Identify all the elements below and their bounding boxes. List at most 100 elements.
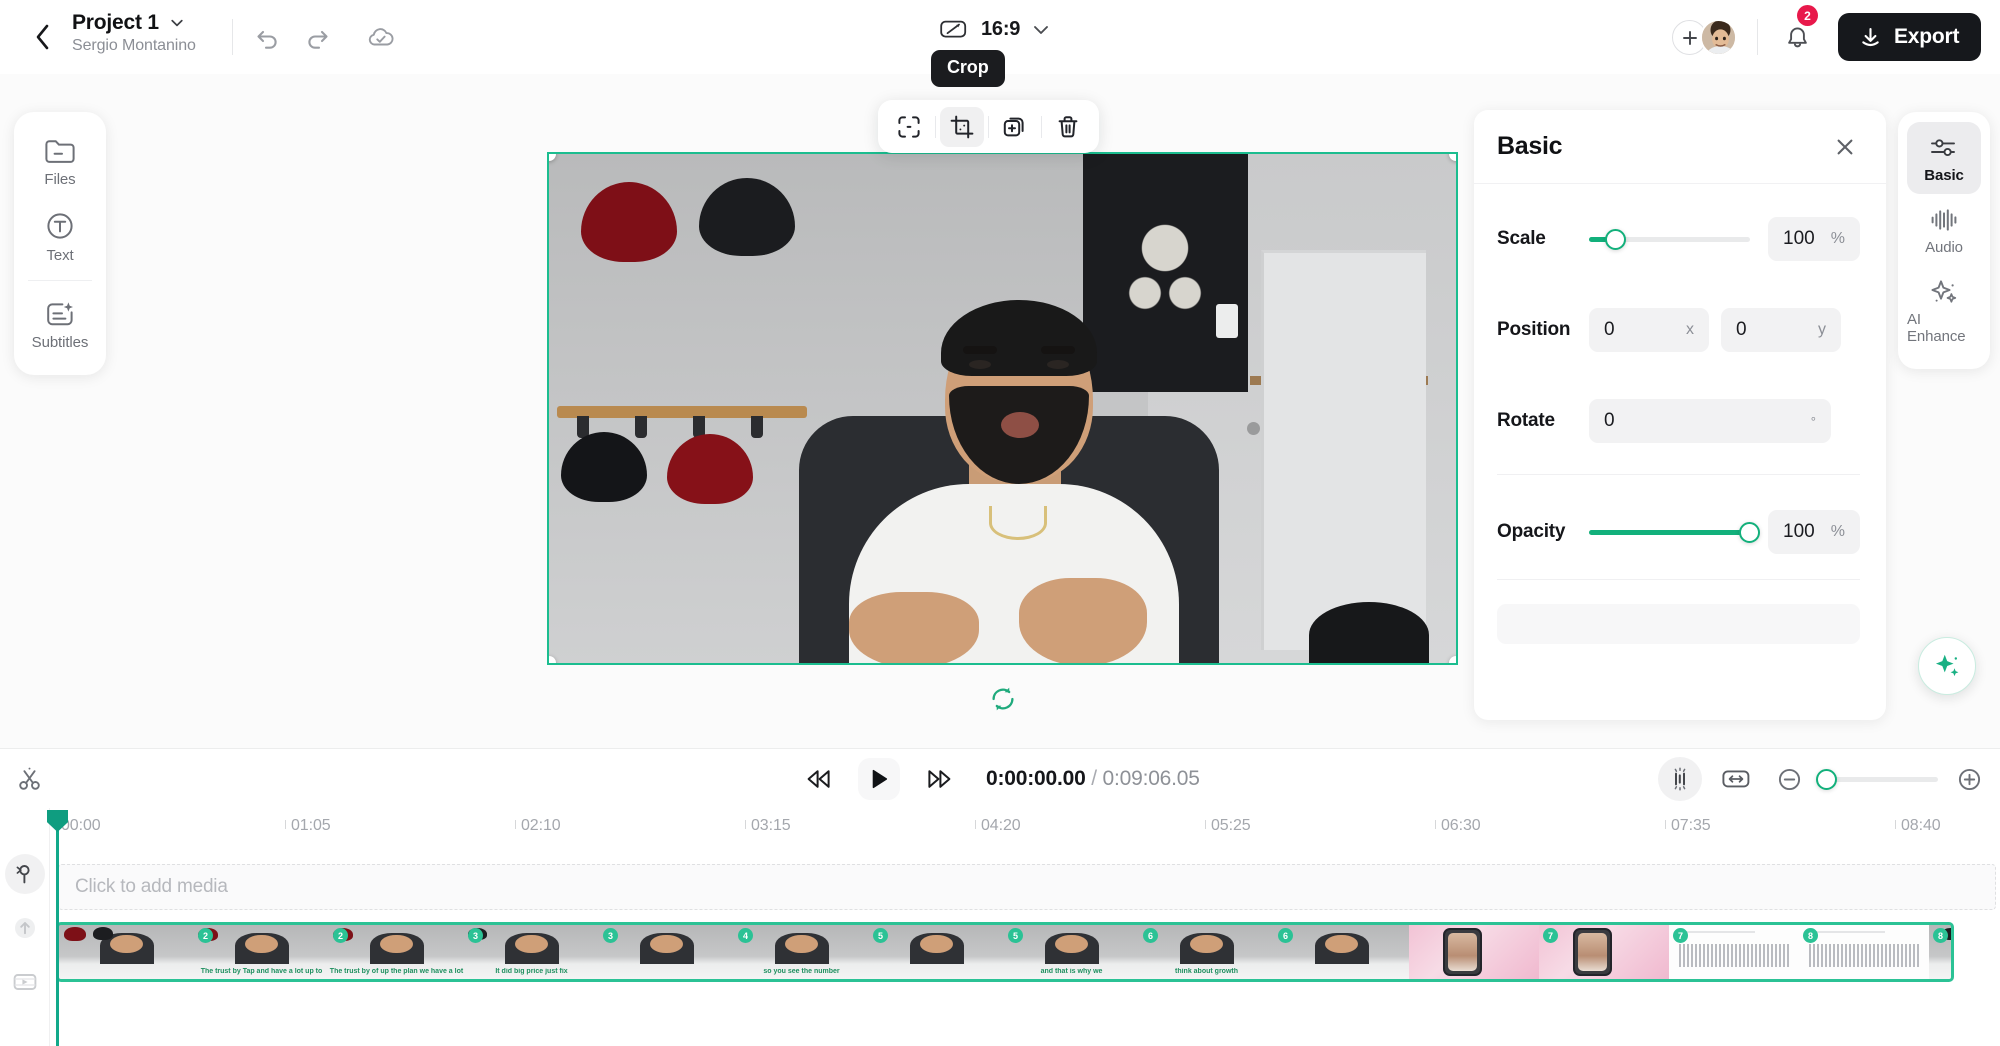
tick-mark bbox=[975, 820, 976, 829]
panel-next-section-placeholder[interactable] bbox=[1497, 604, 1860, 644]
back-button[interactable] bbox=[28, 22, 56, 52]
aspect-ratio-label: 16:9 bbox=[981, 18, 1021, 40]
delete-button[interactable] bbox=[1046, 107, 1090, 147]
opacity-slider-handle[interactable] bbox=[1739, 521, 1760, 543]
clip-thumbnail bbox=[59, 925, 194, 979]
chevron-down-icon[interactable] bbox=[169, 15, 185, 31]
add-media-dropzone[interactable]: Click to add media bbox=[58, 864, 1996, 910]
rotate-input[interactable]: 0 ° bbox=[1589, 399, 1831, 443]
rail-item-audio[interactable]: Audio bbox=[1907, 194, 1981, 266]
scene-door-knob bbox=[1247, 422, 1260, 435]
ai-assistant-fab[interactable] bbox=[1918, 637, 1976, 695]
zoom-in-button[interactable] bbox=[1950, 760, 1988, 798]
clip-badge: 5 bbox=[873, 928, 888, 943]
chevron-down-icon[interactable] bbox=[1031, 20, 1051, 40]
crop-tooltip: Crop bbox=[931, 50, 1005, 87]
rewind-icon bbox=[807, 770, 830, 788]
page-title: Project 1 bbox=[72, 11, 159, 34]
timeline-ruler[interactable]: 00:00 01:05 02:10 03:15 04:20 05:25 06:3… bbox=[50, 808, 2000, 850]
redo-button[interactable] bbox=[299, 20, 335, 56]
sparkle-icon bbox=[1931, 280, 1957, 303]
toolbar-divider bbox=[935, 115, 936, 138]
fit-to-width-button[interactable] bbox=[1716, 759, 1756, 799]
crop-button[interactable] bbox=[940, 106, 984, 147]
crop-icon bbox=[950, 115, 974, 138]
position-x-value: 0 bbox=[1604, 319, 1615, 340]
video-preview[interactable] bbox=[547, 152, 1458, 665]
zoom-out-button[interactable] bbox=[1770, 760, 1808, 798]
fast-forward-button[interactable] bbox=[920, 760, 958, 798]
close-panel-button[interactable] bbox=[1830, 132, 1860, 162]
right-rail: Basic Audio AI Enhance bbox=[1898, 112, 1990, 369]
sidebar-item-subtitles[interactable]: Subtitles bbox=[14, 287, 106, 361]
opacity-input[interactable]: 100 % bbox=[1768, 510, 1860, 554]
rewind-button[interactable] bbox=[800, 760, 838, 798]
reset-transform-button[interactable] bbox=[986, 682, 1020, 716]
upload-media-button[interactable] bbox=[5, 908, 45, 948]
zoom-control bbox=[1770, 760, 1988, 798]
zoom-slider[interactable] bbox=[1816, 768, 1938, 790]
undo-button[interactable] bbox=[250, 20, 286, 56]
aspect-ratio-selector[interactable]: 16:9 bbox=[940, 18, 1051, 41]
sidebar-item-files[interactable]: Files bbox=[14, 124, 106, 198]
clip-badge: 3 bbox=[468, 928, 483, 943]
chart-thumb-bars bbox=[1809, 944, 1919, 968]
duplicate-button[interactable] bbox=[993, 107, 1037, 147]
position-y-unit: y bbox=[1818, 321, 1826, 338]
fit-frame-button[interactable] bbox=[887, 107, 931, 147]
toolbar-divider bbox=[988, 115, 989, 138]
notification-badge: 2 bbox=[1797, 5, 1818, 26]
split-clip-button[interactable] bbox=[10, 760, 48, 798]
marker-tool-button[interactable] bbox=[5, 854, 45, 894]
export-button[interactable]: Export bbox=[1838, 13, 1982, 61]
clip-badge: 2 bbox=[198, 928, 213, 943]
tick-label: 06:30 bbox=[1441, 817, 1481, 834]
play-button[interactable] bbox=[858, 758, 900, 800]
left-sidebar: Files Text Subtitles bbox=[14, 112, 106, 375]
position-x-unit: x bbox=[1686, 321, 1694, 338]
ruler-tick: 02:10 bbox=[515, 817, 561, 835]
scene-hook bbox=[635, 416, 647, 438]
scene-door bbox=[1261, 250, 1426, 650]
playhead[interactable] bbox=[47, 810, 68, 1046]
cloud-save-status[interactable] bbox=[363, 20, 399, 56]
scale-input[interactable]: 100 % bbox=[1768, 217, 1860, 261]
zoom-slider-handle[interactable] bbox=[1816, 768, 1837, 790]
project-owner: Sergio Montanino bbox=[72, 37, 196, 54]
sidebar-item-text[interactable]: Text bbox=[14, 198, 106, 274]
refresh-loop-icon bbox=[992, 687, 1014, 711]
clip-caption: and that is why we bbox=[1040, 968, 1103, 975]
text-circle-icon bbox=[47, 213, 73, 239]
waveform-icon bbox=[1931, 209, 1957, 231]
rail-item-ai-enhance[interactable]: AI Enhance bbox=[1907, 266, 1981, 355]
scene-person-eye bbox=[1047, 360, 1069, 369]
opacity-row: Opacity 100 % bbox=[1497, 505, 1860, 559]
rail-item-basic[interactable]: Basic bbox=[1907, 122, 1981, 194]
clip-caption: The trust by Tap and have a lot up to bbox=[200, 968, 323, 975]
dropzone-placeholder: Click to add media bbox=[75, 876, 228, 897]
bell-icon bbox=[1787, 26, 1807, 47]
opacity-slider[interactable] bbox=[1589, 521, 1760, 543]
clip-thumbnail bbox=[1409, 925, 1539, 979]
project-title-row[interactable]: Project 1 bbox=[72, 11, 196, 35]
upload-circle-icon bbox=[15, 918, 35, 938]
tick-mark bbox=[745, 820, 746, 829]
scale-slider[interactable] bbox=[1589, 228, 1750, 250]
avatar[interactable] bbox=[1700, 19, 1737, 56]
timeline-tools bbox=[1658, 749, 1988, 809]
chevron-left-icon bbox=[36, 24, 48, 50]
redo-arrow-icon bbox=[308, 30, 328, 49]
position-y-input[interactable]: 0 y bbox=[1721, 308, 1841, 352]
video-track-clip[interactable]: 2 The trust by Tap and have a lot up to … bbox=[56, 922, 1954, 982]
subtitles-sparkle-icon bbox=[47, 302, 73, 326]
current-time: 0:00:00.00 bbox=[986, 767, 1086, 790]
resize-handle-bottom-right[interactable] bbox=[1449, 656, 1456, 663]
properties-panel: Basic Scale 100 % Position 0 x 0 y Rotat… bbox=[1474, 110, 1886, 720]
snap-toggle[interactable] bbox=[1658, 757, 1702, 801]
scale-slider-handle[interactable] bbox=[1605, 228, 1627, 250]
position-x-input[interactable]: 0 x bbox=[1589, 308, 1709, 352]
play-icon bbox=[872, 769, 888, 789]
media-track-button[interactable] bbox=[5, 962, 45, 1002]
tick-mark bbox=[1895, 820, 1896, 829]
tick-mark bbox=[1665, 820, 1666, 829]
